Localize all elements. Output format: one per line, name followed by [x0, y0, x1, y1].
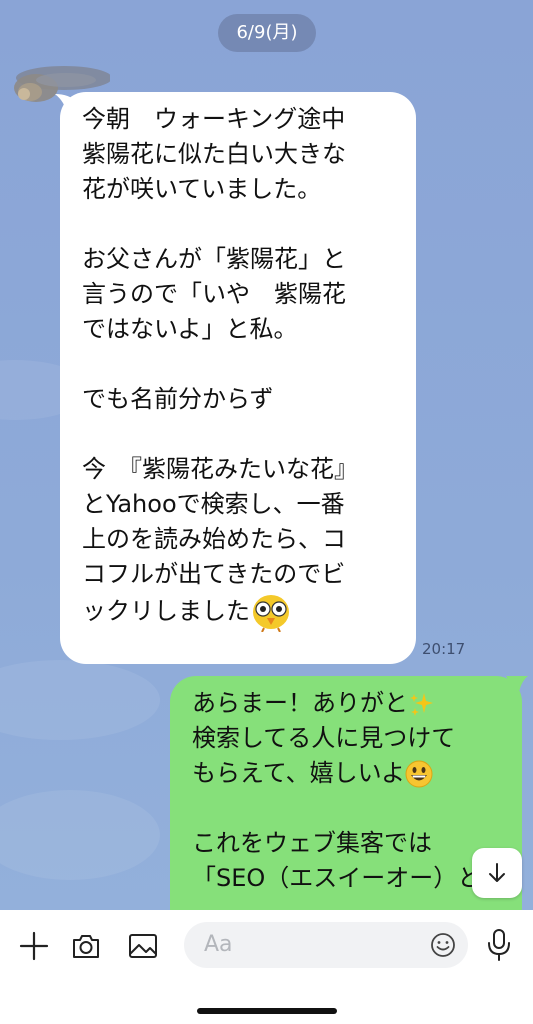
message-line: ではないよ」と私。 — [82, 315, 298, 343]
message-line — [82, 417, 394, 452]
message-line: でも名前分からず — [82, 385, 274, 413]
message-timestamp: 20:17 — [422, 640, 466, 658]
surprised-chick-emoji-icon — [253, 595, 289, 632]
outgoing-message-text: あらまー！ありがと 検索してる人に見つけて もらえて、嬉しいよ これをウェブ集客… — [192, 686, 500, 896]
incoming-message-bubble[interactable]: 今朝 ウォーキング途中 紫陽花に似た白い大きな 花が咲いていました。 お父さんが… — [60, 92, 416, 664]
message-line: ックリしました — [82, 597, 250, 625]
message-line: これをウェブ集客では — [192, 829, 432, 857]
message-line: 花が咲いていました。 — [82, 175, 322, 203]
message-line: 「SEO（エスイーオー）と — [192, 864, 482, 892]
message-line: 今 『紫陽花みたいな花』 — [82, 455, 358, 483]
scroll-to-bottom-button[interactable] — [472, 848, 522, 898]
message-line — [82, 347, 394, 382]
emoji-icon[interactable] — [430, 932, 456, 958]
message-line: コフルが出てきたのでビ — [82, 560, 346, 588]
message-line: 紫陽花に似た白い大きな — [82, 140, 346, 168]
input-bar: Aa — [0, 910, 533, 1024]
chat-area[interactable]: 6/9(月) 今朝 ウォーキング途中 紫陽花に似た白い大きな 花が咲いていました… — [0, 0, 533, 910]
outgoing-message-bubble[interactable]: あらまー！ありがと 検索してる人に見つけて もらえて、嬉しいよ これをウェブ集客… — [170, 676, 522, 910]
message-line: 上のを読み始めたら、コ — [82, 525, 346, 553]
image-icon[interactable] — [127, 930, 159, 962]
message-line: あらまー！ありがと — [192, 689, 408, 717]
date-chip: 6/9(月) — [218, 14, 316, 52]
message-line: 検索してる人に見つけて — [192, 724, 456, 752]
message-input-placeholder: Aa — [204, 932, 233, 957]
message-line: お父さんが「紫陽花」と — [82, 245, 346, 273]
message-line: 言うので「いや 紫陽花 — [82, 280, 346, 308]
message-line: 今朝 ウォーキング途中 — [82, 105, 346, 133]
sparkles-emoji-icon — [410, 693, 433, 716]
message-line — [192, 791, 500, 826]
incoming-message-text: 今朝 ウォーキング途中 紫陽花に似た白い大きな 花が咲いていました。 お父さんが… — [82, 102, 394, 632]
plus-icon[interactable] — [18, 930, 50, 962]
camera-icon[interactable] — [70, 930, 102, 962]
home-indicator — [197, 1008, 337, 1014]
grinning-face-emoji-icon — [405, 760, 433, 788]
message-line — [82, 207, 394, 242]
arrow-down-icon — [489, 863, 505, 882]
message-input[interactable]: Aa — [184, 922, 468, 968]
microphone-icon[interactable] — [485, 928, 513, 962]
message-line: もらえて、嬉しいよ — [192, 759, 406, 787]
message-line: とYahooで検索し、一番 — [82, 490, 345, 518]
